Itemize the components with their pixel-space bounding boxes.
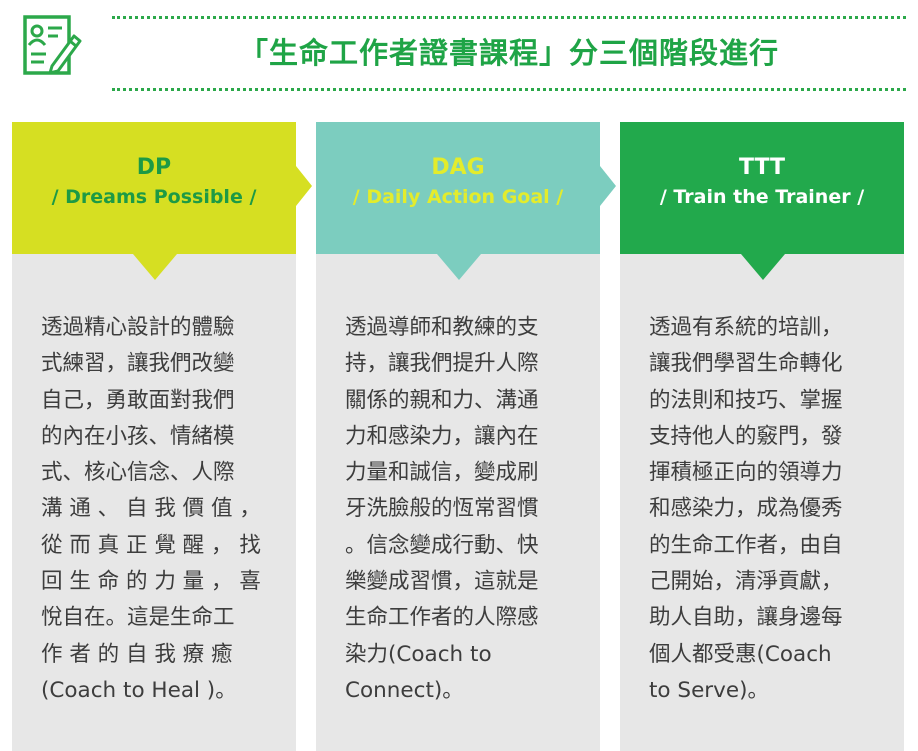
stage-subtitle: / Daily Action Goal /	[352, 186, 564, 208]
description-line: 式、核心信念、人際	[41, 460, 235, 486]
arrow-down-icon	[437, 254, 481, 280]
description-line: 和感染力，成為優秀	[649, 496, 843, 522]
arrow-right-icon	[600, 166, 616, 206]
description-line: 的法則和技巧、掌握	[649, 387, 843, 413]
description-line: 牙洗臉般的恆常習慣	[345, 496, 539, 522]
stage-name: TTT	[738, 155, 786, 180]
description-line: 悅自在。這是生命工	[41, 605, 235, 631]
stage-description: 透過有系統的培訓， 讓我們學習生命轉化 的法則和技巧、掌握 支持他人的竅門，發 …	[649, 310, 881, 709]
page-title: 「生命工作者證書課程」分三個階段進行	[238, 36, 779, 70]
stage-card-ttt: TTT / Train the Trainer / 透過有系統的培訓， 讓我們學…	[620, 122, 904, 751]
description-line: 個人都受惠(Coach	[649, 641, 832, 667]
description-line: to Serve)。	[649, 677, 769, 703]
description-line: 己開始，清淨貢獻，	[649, 569, 843, 595]
description-line: Connect)。	[345, 677, 464, 703]
description-line: 支持他人的竅門，發	[649, 423, 843, 449]
stage-card-dp: DP / Dreams Possible / 透過精心設計的體驗 式練習，讓我們…	[12, 122, 312, 751]
description-line: 助人自助，讓身邊每	[649, 605, 843, 631]
stage-subtitle: / Dreams Possible /	[51, 186, 257, 208]
description-line: 的生命工作者，由自	[649, 532, 843, 558]
description-line: 式練習，讓我們改變	[41, 351, 235, 377]
arrow-right-icon	[296, 166, 312, 206]
description-line: 力量和誠信，變成刷	[345, 460, 539, 486]
arrow-down-icon	[741, 254, 785, 280]
dotted-divider-bottom	[112, 88, 906, 91]
description-line: 揮積極正向的領導力	[649, 460, 843, 486]
description-line: 透過導師和教練的支	[345, 315, 539, 340]
description-line: 透過精心設計的體驗	[41, 315, 235, 340]
stage-description: 透過精心設計的體驗 式練習，讓我們改變 自己，勇敢面對我們 的內在小孩、情緒模 …	[41, 310, 273, 709]
stage-card-dag: DAG / Daily Action Goal / 透過導師和教練的支 持，讓我…	[316, 122, 616, 751]
description-line: 讓我們學習生命轉化	[649, 351, 843, 377]
description-line: 關係的親和力、溝通	[345, 387, 539, 413]
description-line: 樂變成習慣，這就是	[345, 569, 539, 595]
description-line: 染力(Coach to	[345, 641, 492, 667]
stage-description: 透過導師和教練的支 持，讓我們提升人際 關係的親和力、溝通 力和感染力，讓內在 …	[345, 310, 577, 709]
stage-subtitle: / Train the Trainer /	[659, 186, 865, 208]
description-line: 從 而 真 正 覺 醒 ， 找	[41, 532, 261, 558]
description-line: 回 生 命 的 力 量 ， 喜	[41, 569, 261, 595]
certificate-icon	[23, 15, 82, 75]
description-line: 溝 通 、 自 我 價 值 ，	[41, 496, 261, 522]
stage-name: DAG	[431, 155, 485, 180]
stage-header-dp: DP / Dreams Possible /	[12, 122, 296, 254]
description-line: 力和感染力，讓內在	[345, 423, 539, 449]
description-line: 持，讓我們提升人際	[345, 351, 539, 377]
description-line: 作 者 的 自 我 療 癒	[41, 641, 233, 667]
stage-header-dag: DAG / Daily Action Goal /	[316, 122, 600, 254]
description-line: 自己，勇敢面對我們	[41, 387, 235, 413]
description-line: 透過有系統的培訓，	[649, 315, 843, 340]
arrow-down-icon	[133, 254, 177, 280]
description-line: (Coach to Heal )。	[41, 677, 237, 703]
stage-header-ttt: TTT / Train the Trainer /	[620, 122, 904, 254]
description-line: 生命工作者的人際感	[345, 605, 539, 631]
stage-name: DP	[136, 155, 172, 180]
description-line: 。信念變成行動、快	[345, 532, 539, 558]
dotted-divider-top	[112, 16, 906, 19]
description-line: 的內在小孩、情緒模	[41, 423, 235, 449]
